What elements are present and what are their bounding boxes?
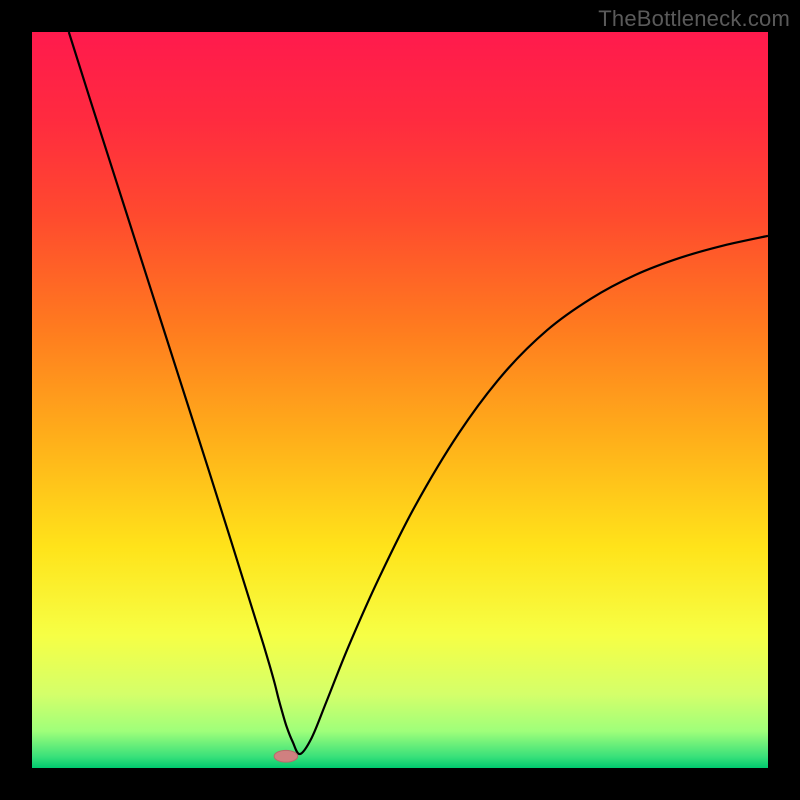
- gradient-background: [32, 32, 768, 768]
- optimal-point-marker: [274, 750, 298, 762]
- plot-frame: [32, 32, 768, 768]
- watermark-text: TheBottleneck.com: [598, 6, 790, 32]
- bottleneck-chart: [32, 32, 768, 768]
